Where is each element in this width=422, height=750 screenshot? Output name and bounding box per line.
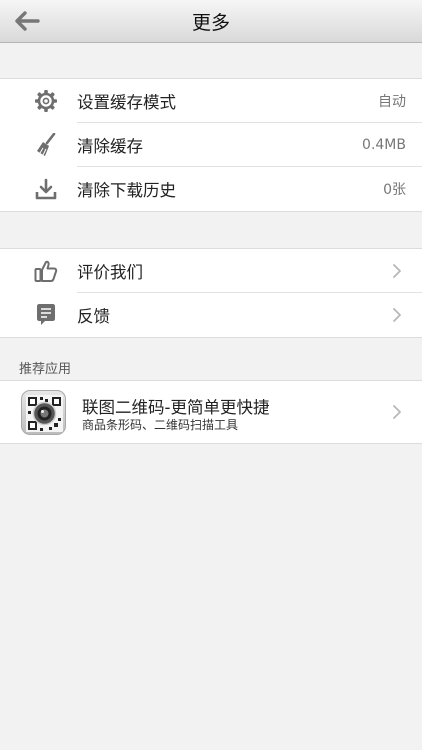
chevron-right-icon	[393, 264, 401, 278]
chevron-right-icon	[393, 405, 401, 419]
broom-icon	[34, 133, 58, 156]
app-subtitle: 商品条形码、二维码扫描工具	[82, 418, 239, 432]
app-list-item[interactable]: 联图二维码-更简单更快捷 商品条形码、二维码扫描工具	[0, 381, 422, 443]
recommended-apps-group: 联图二维码-更简单更快捷 商品条形码、二维码扫描工具	[0, 380, 422, 444]
feedback-group: 评价我们 反馈	[0, 248, 422, 338]
clear-download-history-row[interactable]: 清除下载历史 0张	[0, 167, 422, 211]
download-icon	[34, 178, 58, 200]
clear-cache-label: 清除缓存	[77, 137, 143, 156]
clear-download-history-label: 清除下载历史	[77, 181, 176, 200]
cache-mode-value: 自动	[378, 94, 406, 110]
gear-icon	[34, 90, 58, 112]
message-icon	[34, 304, 58, 326]
recommended-apps-header: 推荐应用	[19, 362, 72, 377]
settings-group: 设置缓存模式 自动 清除缓存 0.4MB 清除下载历史 0张	[0, 78, 422, 212]
qr-camera-app-icon	[21, 390, 66, 435]
cache-mode-row[interactable]: 设置缓存模式 自动	[0, 79, 422, 123]
rate-us-row[interactable]: 评价我们	[0, 249, 422, 293]
thumbs-up-icon	[34, 260, 58, 282]
feedback-row[interactable]: 反馈	[0, 293, 422, 337]
clear-cache-row[interactable]: 清除缓存 0.4MB	[0, 123, 422, 167]
chevron-right-icon	[393, 308, 401, 322]
app-title: 联图二维码-更简单更快捷	[82, 398, 270, 417]
page-title: 更多	[191, 12, 230, 34]
cache-size-value: 0.4MB	[362, 137, 406, 153]
feedback-label: 反馈	[77, 307, 110, 326]
download-count-value: 0张	[383, 182, 406, 198]
navigation-bar: 更多	[0, 0, 422, 43]
rate-us-label: 评价我们	[77, 263, 143, 282]
cache-mode-label: 设置缓存模式	[77, 93, 176, 112]
